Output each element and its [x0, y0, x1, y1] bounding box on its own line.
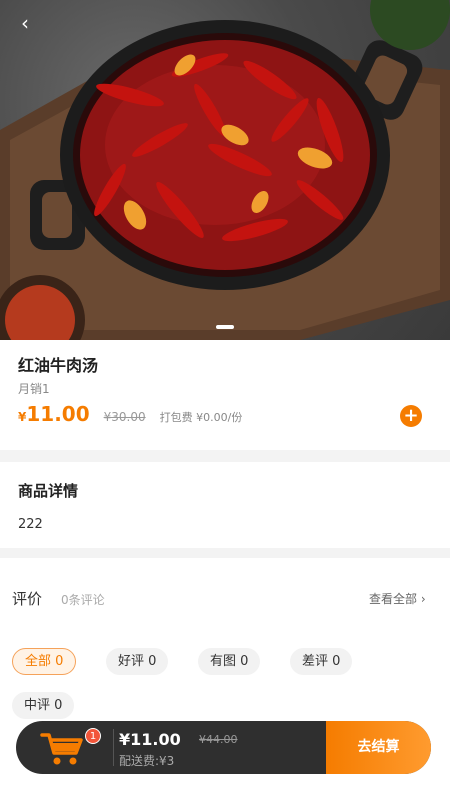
filter-chip-positive[interactable]: 好评 0: [106, 648, 169, 675]
product-name: 红油牛肉汤: [18, 356, 99, 375]
filter-chip-neutral[interactable]: 中评 0: [12, 692, 75, 719]
filter-chip-with-images[interactable]: 有图 0: [198, 648, 261, 675]
product-hero-image: ‹: [0, 0, 450, 340]
cart-original-total: ¥44.00: [199, 733, 238, 746]
filter-chip-negative[interactable]: 差评 0: [290, 648, 353, 675]
product-info-card: 红油牛肉汤 月销1 ¥ 11.00 ¥30.00 打包费 ¥0.00/份 +: [0, 340, 450, 450]
packing-fee: 打包费 ¥0.00/份: [159, 411, 243, 424]
cart-total: ¥11.00: [119, 730, 181, 749]
hotpot-illustration: [0, 0, 450, 340]
filter-chip-all[interactable]: 全部 0: [12, 648, 77, 675]
checkout-button[interactable]: 去结算: [326, 721, 431, 774]
original-price: ¥30.00: [103, 410, 146, 424]
carousel-indicator: [216, 325, 234, 329]
detail-content: 222: [18, 517, 43, 532]
detail-title: 商品详情: [18, 482, 79, 500]
cart-bar: ¥11.00 ¥44.00 配送费:¥3 去结算: [16, 721, 431, 774]
currency-symbol: ¥: [18, 410, 27, 424]
back-button[interactable]: ‹: [12, 10, 38, 36]
see-all-reviews-link[interactable]: 查看全部 ›: [369, 590, 426, 607]
monthly-sales: 月销1: [18, 382, 50, 396]
reviews-count: 0条评论: [61, 593, 105, 607]
cart-divider: [113, 729, 114, 766]
product-price: 11.00: [26, 402, 90, 426]
product-detail-section: 商品详情 222: [0, 462, 450, 548]
cart-count-badge: 1: [85, 728, 101, 744]
shopping-cart-icon[interactable]: [40, 731, 84, 767]
reviews-title: 评价: [12, 590, 43, 608]
price-row: ¥ 11.00 ¥30.00 打包费 ¥0.00/份: [18, 402, 242, 426]
plus-circle-icon: +: [403, 405, 419, 426]
add-to-cart-button[interactable]: +: [400, 405, 422, 427]
delivery-fee: 配送费:¥3: [119, 754, 175, 768]
